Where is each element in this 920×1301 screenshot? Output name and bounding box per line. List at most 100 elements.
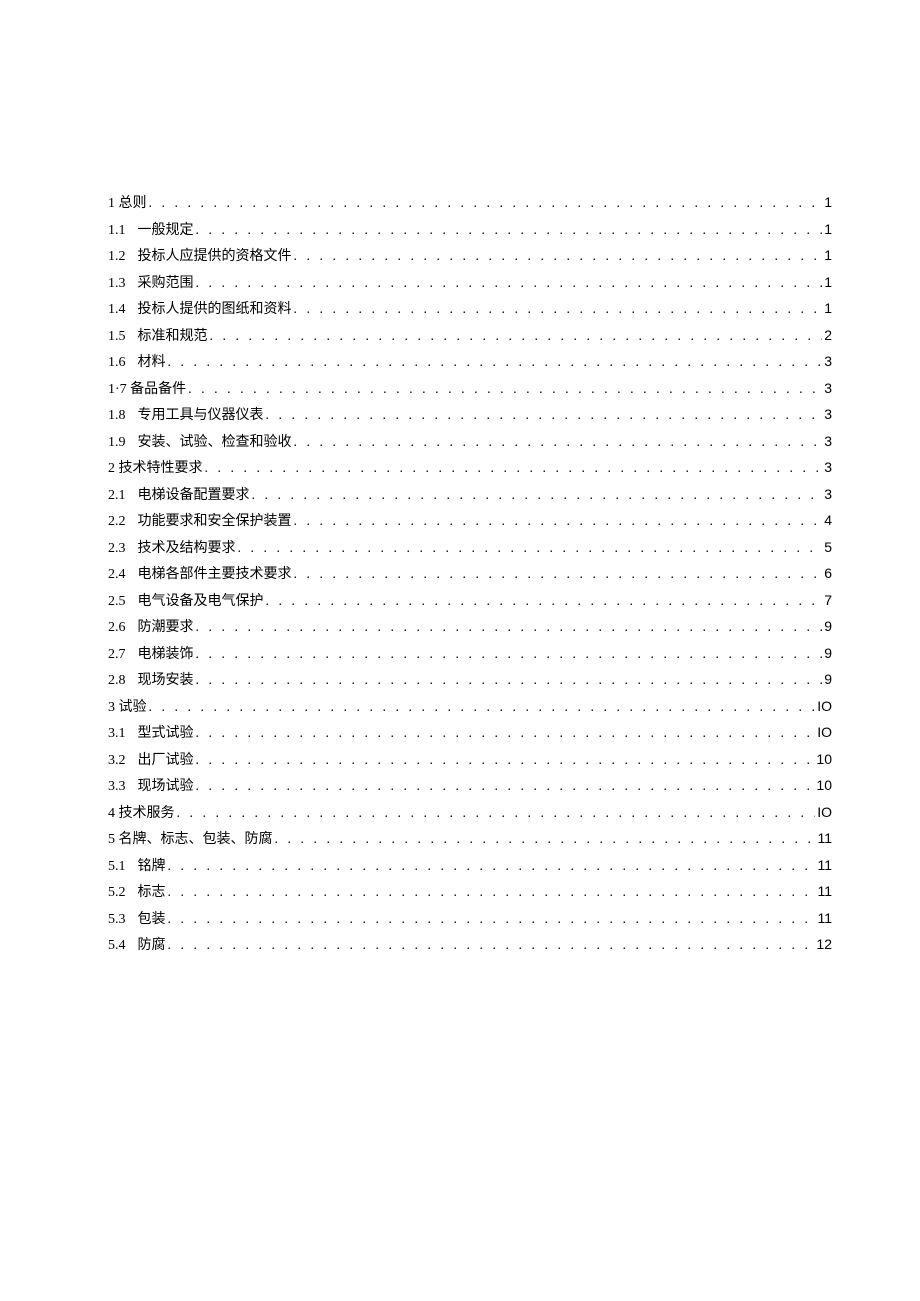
- toc-entry: 3.3 现场试验 10: [108, 778, 832, 794]
- toc-entry: 1.1一般规定1: [108, 222, 832, 238]
- toc-page-number: 1: [824, 301, 832, 315]
- toc-entry-title: 出厂试验: [138, 754, 194, 768]
- toc-leader-dots: [196, 780, 815, 794]
- toc-entry-title: 铭牌: [138, 860, 166, 874]
- toc-page-number: 1: [824, 275, 832, 289]
- toc-entry: 5.1铭牌11: [108, 858, 832, 874]
- toc-section-heading: 1·7 备品备件: [108, 383, 186, 397]
- toc-section-heading: 4 技术服务: [108, 807, 175, 821]
- toc-leader-dots: [149, 197, 823, 211]
- toc-entry-title: 标志: [138, 886, 166, 900]
- toc-leader-dots: [210, 330, 823, 344]
- toc-entry: 5 名牌、标志、包装、防腐11: [108, 831, 832, 847]
- toc-page-number: 10: [816, 752, 832, 766]
- toc-leader-dots: [196, 621, 823, 635]
- toc-page-number: 3: [824, 434, 832, 448]
- toc-entry-number: 2.2: [108, 515, 126, 529]
- toc-entry: 1.8 专用工具与仪器仪表 3: [108, 407, 832, 423]
- toc-entry: 3.2出厂试验10: [108, 752, 832, 768]
- toc-entry: 2.1电梯设备配置要求3: [108, 487, 832, 503]
- toc-entry-title: 电梯设备配置要求: [138, 489, 250, 503]
- toc-section-heading: 5 名牌、标志、包装、防腐: [108, 833, 273, 847]
- toc-page-number: 3: [824, 407, 832, 421]
- toc-leader-dots: [168, 860, 816, 874]
- toc-page-number: 3: [824, 460, 832, 474]
- toc-entry-title: 现场安装: [138, 674, 194, 688]
- toc-entry: 2.2功能要求和安全保护装置4: [108, 513, 832, 529]
- toc-entry: 1.2 投标人应提供的资格文件 1: [108, 248, 832, 264]
- toc-entry: 5.4 防腐 12: [108, 937, 832, 953]
- toc-entry: 2.5电气设备及电气保护7: [108, 593, 832, 609]
- toc-page-number: 3: [824, 381, 832, 395]
- toc-leader-dots: [294, 303, 823, 317]
- toc-entry-number: 2.4: [108, 568, 126, 582]
- toc-page-number: 1: [824, 222, 832, 236]
- toc-entry: 1 总则1: [108, 195, 832, 211]
- toc-entry-title: 采购范围: [138, 277, 194, 291]
- toc-leader-dots: [266, 409, 823, 423]
- toc-page-number: 12: [816, 937, 832, 951]
- toc-leader-dots: [266, 595, 823, 609]
- toc-leader-dots: [188, 383, 822, 397]
- toc-page-number: 11: [817, 858, 832, 872]
- toc-entry-title: 一般规定: [138, 224, 194, 238]
- toc-page-number: 11: [817, 884, 832, 898]
- toc-entry-number: 2.7: [108, 648, 126, 662]
- toc-entry-title: 专用工具与仪器仪表: [138, 409, 264, 423]
- toc-entry-number: 1.8: [108, 409, 126, 423]
- toc-page-number: 9: [824, 619, 832, 633]
- toc-entry: 1·7 备品备件 3: [108, 381, 832, 397]
- toc-entry-title: 投标人提供的图纸和资料: [138, 303, 292, 317]
- toc-page-number: 3: [824, 354, 832, 368]
- toc-section-heading: 1 总则: [108, 197, 147, 211]
- toc-page-number: 10: [816, 778, 832, 792]
- toc-entry-title: 现场试验: [138, 780, 194, 794]
- toc-entry: 3.1型式试验IO: [108, 725, 832, 741]
- toc-page-number: 11: [817, 911, 832, 925]
- toc-entry-number: 1.9: [108, 436, 126, 450]
- toc-entry: 3 试验IO: [108, 699, 832, 715]
- toc-entry-number: 1.4: [108, 303, 126, 317]
- toc-leader-dots: [177, 807, 816, 821]
- toc-entry-title: 技术及结构要求: [138, 542, 236, 556]
- toc-leader-dots: [168, 913, 816, 927]
- toc-leader-dots: [294, 515, 823, 529]
- toc-leader-dots: [252, 489, 823, 503]
- toc-entry-number: 2.5: [108, 595, 126, 609]
- toc-entry-number: 2.6: [108, 621, 126, 635]
- toc-entry-title: 包装: [138, 913, 166, 927]
- toc-page-number: 2: [824, 328, 832, 342]
- toc-page-number: IO: [817, 805, 832, 819]
- toc-leader-dots: [168, 356, 823, 370]
- toc-entry-number: 3.3: [108, 780, 126, 794]
- toc-leader-dots: [196, 648, 823, 662]
- toc-leader-dots: [294, 436, 823, 450]
- toc-entry-number: 1.3: [108, 277, 126, 291]
- toc-entry: 1.5标准和规范2: [108, 328, 832, 344]
- toc-leader-dots: [196, 277, 823, 291]
- toc-leader-dots: [294, 250, 823, 264]
- toc-leader-dots: [275, 833, 816, 847]
- toc-page-number: IO: [817, 725, 832, 739]
- toc-page-number: 4: [824, 513, 832, 527]
- toc-entry-title: 型式试验: [138, 727, 194, 741]
- toc-entry-number: 2.3: [108, 542, 126, 556]
- toc-entry: 2.6防潮要求9: [108, 619, 832, 635]
- toc-entry-title: 投标人应提供的资格文件: [138, 250, 292, 264]
- toc-entry-number: 5.3: [108, 913, 126, 927]
- toc-entry: 4 技术服务 IO: [108, 805, 832, 821]
- toc-entry-number: 2.8: [108, 674, 126, 688]
- toc-leader-dots: [196, 727, 816, 741]
- toc-entry: 1.3 采购范围 1: [108, 275, 832, 291]
- toc-entry-number: 1.2: [108, 250, 126, 264]
- toc-entry: 2.4电梯各部件主要技术要求6: [108, 566, 832, 582]
- toc-entry: 2.8现场安装9: [108, 672, 832, 688]
- toc-page-number: 1: [824, 248, 832, 262]
- toc-entry-number: 2.1: [108, 489, 126, 503]
- toc-entry-title: 防腐: [138, 939, 166, 953]
- table-of-contents: 1 总则11.1一般规定11.2投标人应提供的资格文件11.3采购范围11.4投…: [108, 195, 832, 953]
- toc-entry: 2.3技术及结构要求5: [108, 540, 832, 556]
- toc-entry-title: 电气设备及电气保护: [138, 595, 264, 609]
- toc-page-number: 9: [824, 646, 832, 660]
- toc-entry-number: 5.4: [108, 939, 126, 953]
